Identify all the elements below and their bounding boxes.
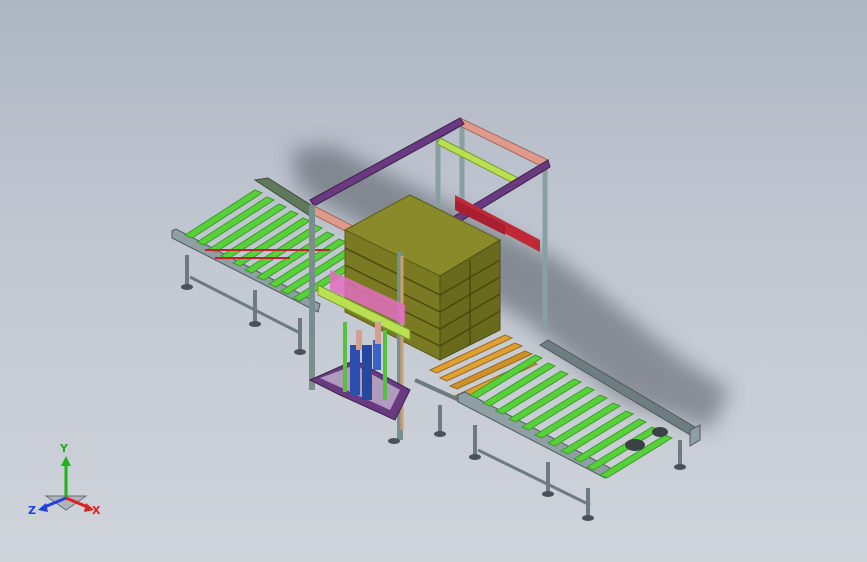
y-axis-arrowhead [61,456,71,466]
z-axis-label: Z [28,504,36,517]
right-conveyor-legs [473,425,682,516]
x-axis-label: X [92,504,101,517]
lifter-foot [388,438,400,444]
lifter-foot-2 [434,431,446,437]
transfer-chassis [414,378,471,432]
coordinate-triad: Y X Z [24,442,108,524]
model-canvas[interactable] [0,0,867,562]
cad-viewport[interactable]: Y X Z [0,0,867,562]
y-axis-label: Y [60,442,68,455]
z-axis-arrowhead [38,503,48,512]
